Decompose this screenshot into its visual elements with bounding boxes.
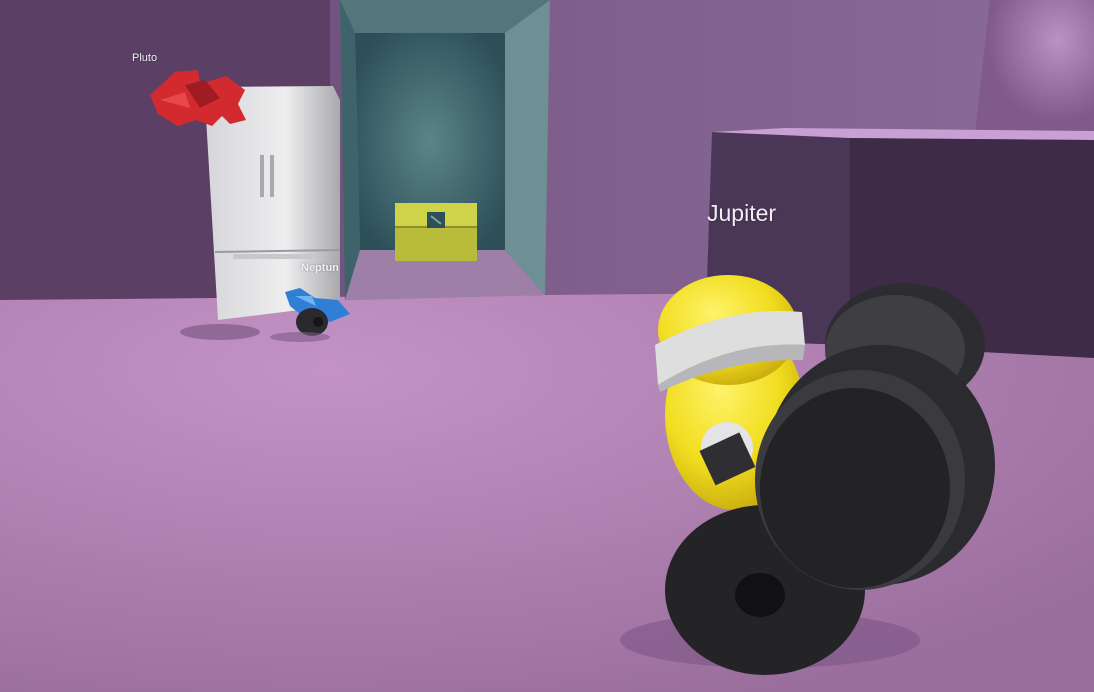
player-name-label-neptun: Neptun — [301, 262, 339, 274]
corner-wall — [975, 0, 1094, 135]
treasure-chest-icon[interactable] — [395, 203, 477, 261]
player-name-label-jupiter: Jupiter — [707, 200, 777, 226]
game-viewport[interactable]: Pluto Neptun Jupiter — [0, 0, 1094, 692]
player-name-label-pluto: Pluto — [132, 52, 158, 64]
scene-render — [0, 0, 1094, 692]
